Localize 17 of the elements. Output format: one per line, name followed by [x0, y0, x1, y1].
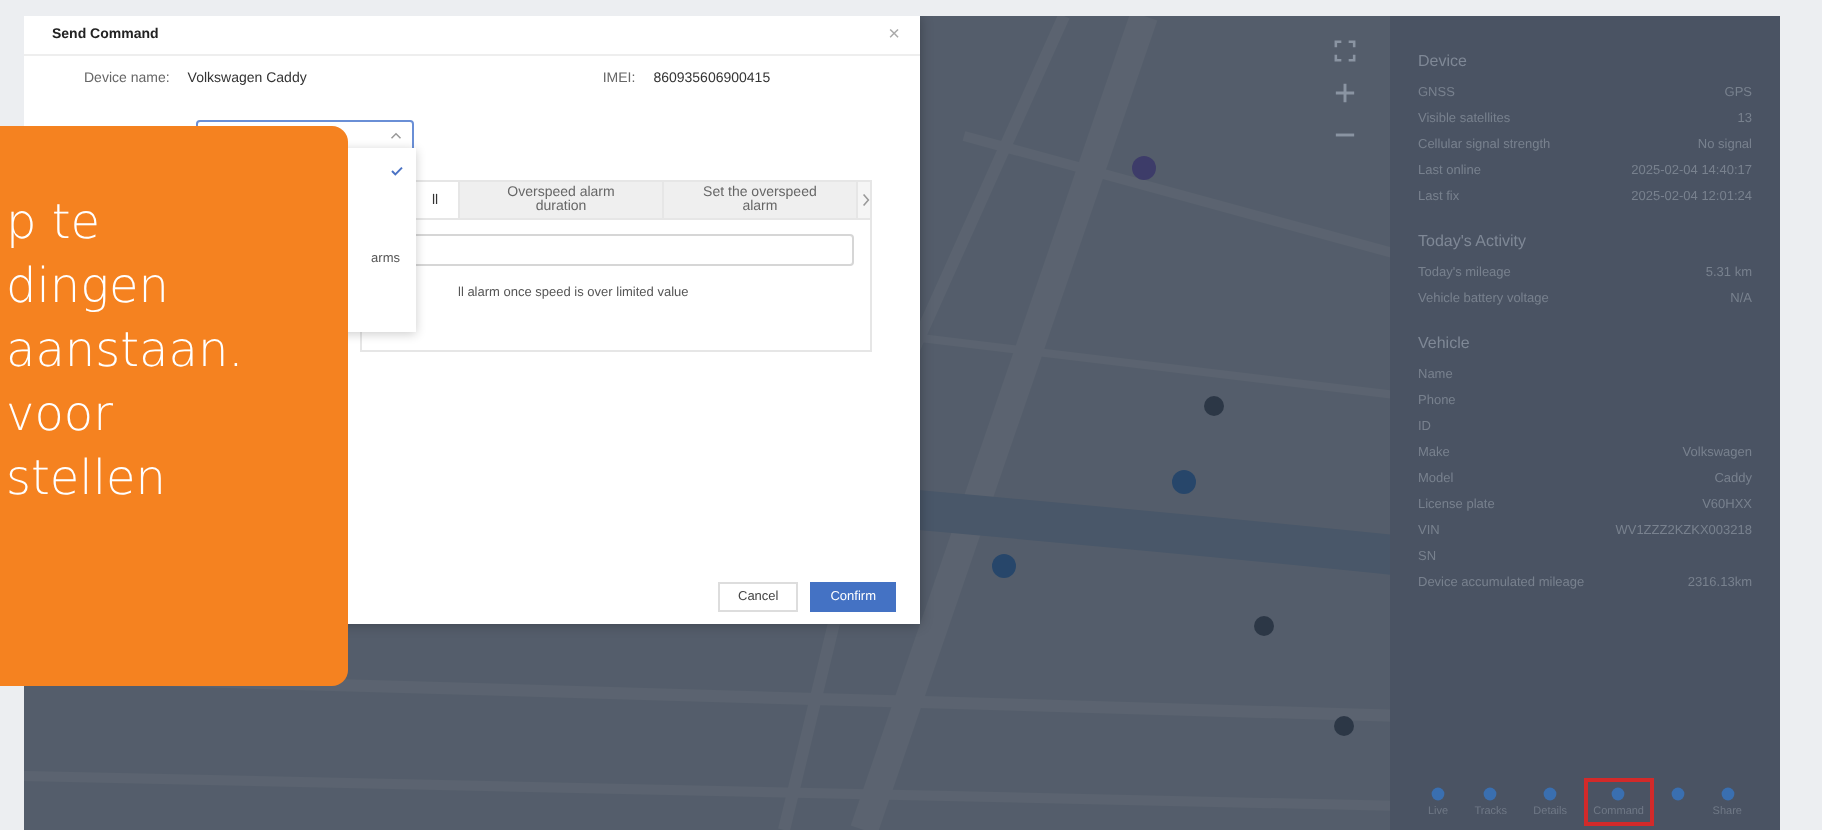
zoom-in-icon[interactable] [1334, 82, 1356, 104]
tab-icon [1719, 786, 1736, 802]
tab-icon [1430, 786, 1447, 802]
chevron-right-icon[interactable] [862, 192, 870, 208]
caret-icon [390, 132, 402, 140]
tab-icon [1670, 786, 1687, 802]
callout-text: p te [6, 192, 101, 254]
callout-text: dingen [6, 256, 169, 318]
check-icon [390, 165, 404, 175]
tab-icon [1610, 786, 1627, 802]
tab-icon [1542, 786, 1559, 802]
close-button[interactable]: × [888, 24, 900, 46]
callout-text: aanstaan. [6, 320, 244, 382]
callout-text: stellen [6, 448, 166, 510]
tab-icon [1482, 786, 1499, 802]
fullscreen-icon[interactable] [1334, 40, 1356, 62]
callout-text: voor [6, 384, 113, 446]
